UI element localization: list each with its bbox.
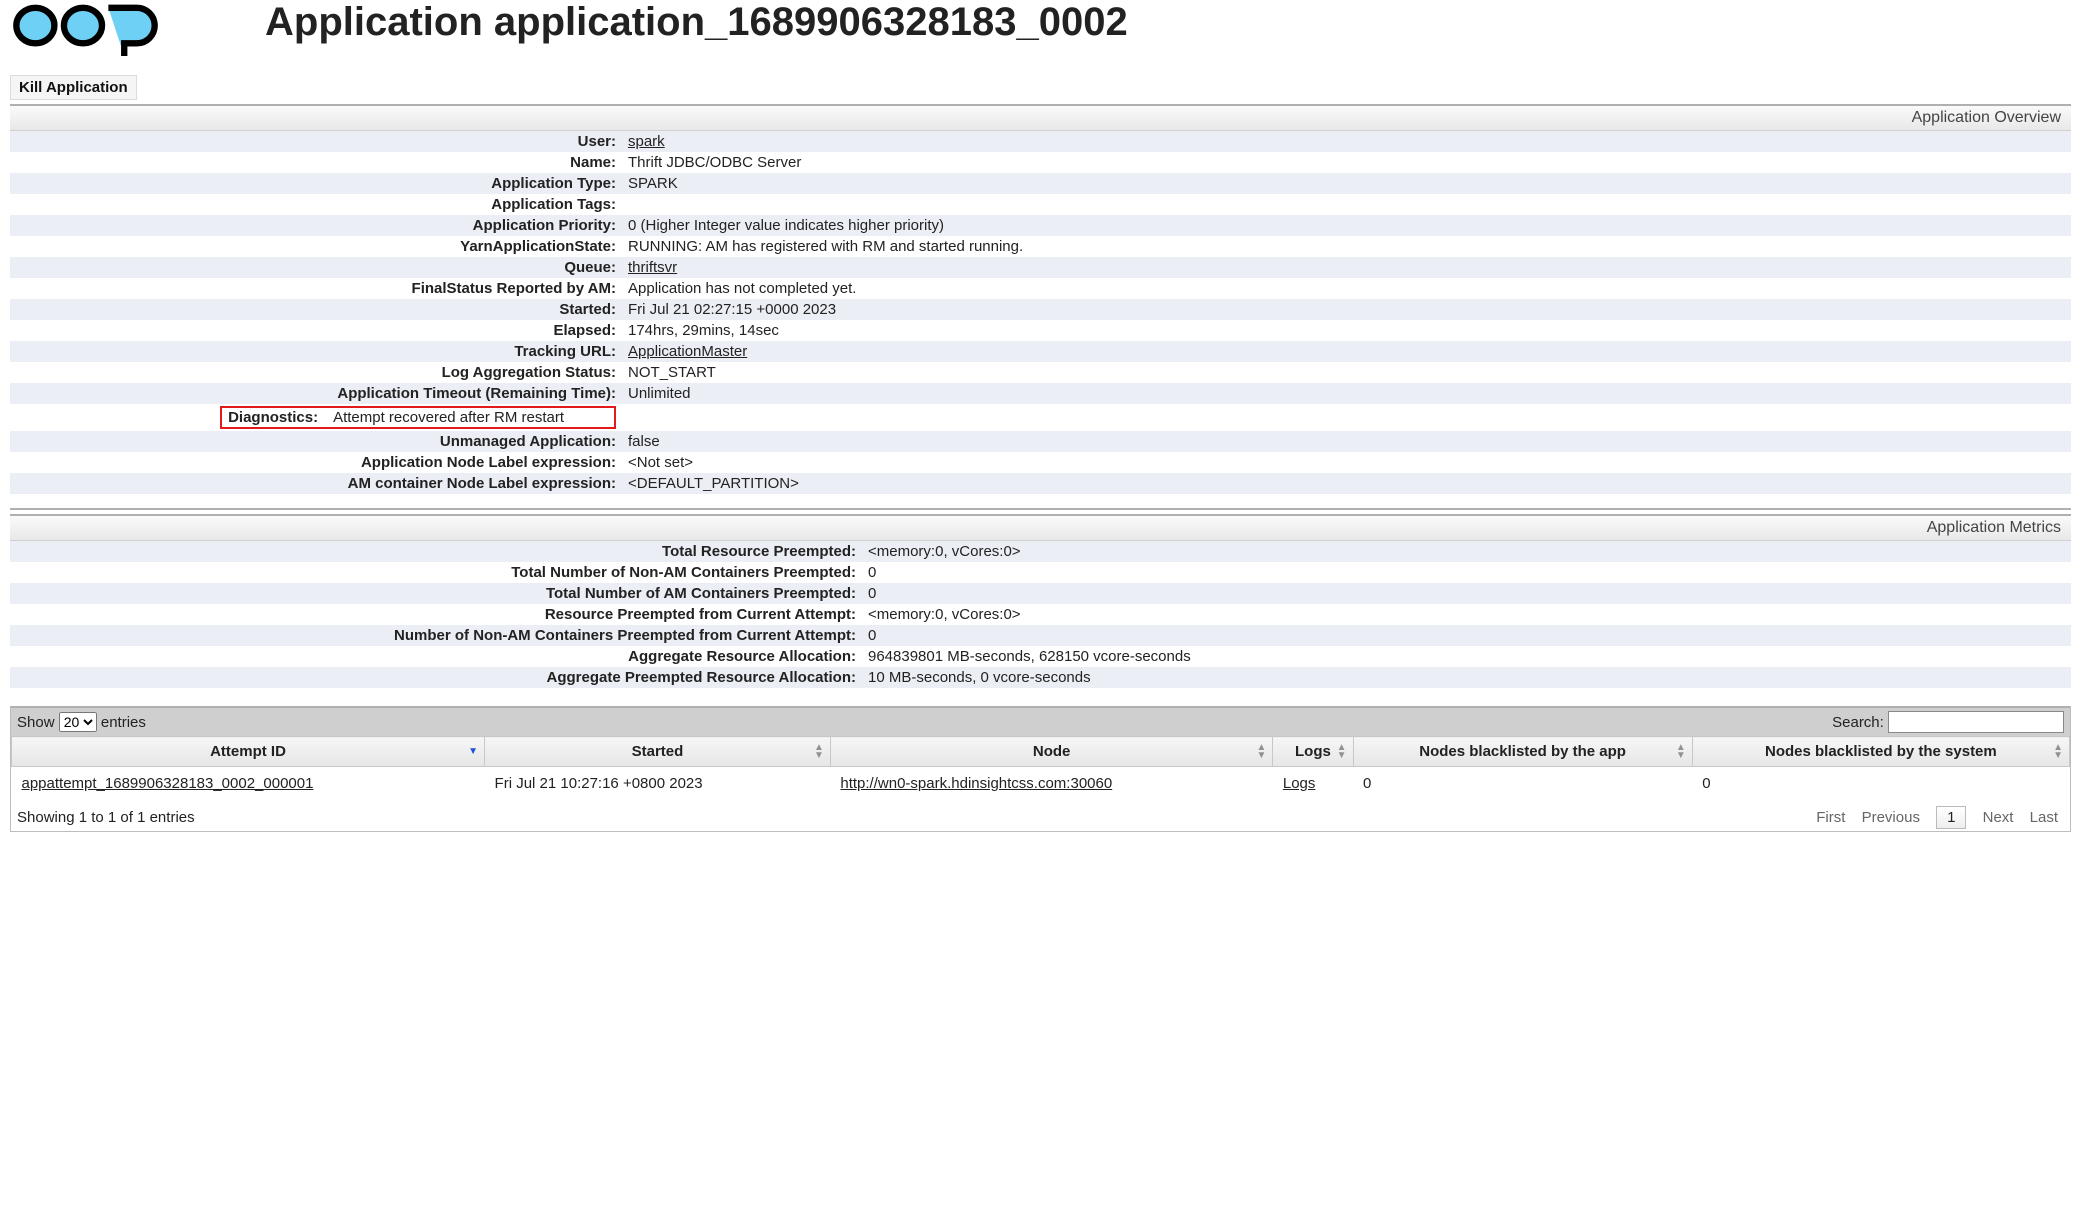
metrics-value: <memory:0, vCores:0> <box>862 604 2071 625</box>
overview-header: Application Overview <box>10 106 2071 131</box>
overview-value: Unlimited <box>622 383 2071 404</box>
sort-both-icon: ▲▼ <box>1337 744 1347 760</box>
overview-value: NOT_START <box>622 362 2071 383</box>
overview-key: Name: <box>10 152 622 173</box>
overview-key: FinalStatus Reported by AM: <box>10 278 622 299</box>
sort-both-icon: ▲▼ <box>1256 744 1266 760</box>
attempt-logs: Logs <box>1273 767 1353 801</box>
attempts-col-header[interactable]: Nodes blacklisted by the app▲▼ <box>1353 737 1692 767</box>
metrics-header: Application Metrics <box>10 516 2071 541</box>
overview-key: Tracking URL: <box>10 341 622 362</box>
overview-value: RUNNING: AM has registered with RM and s… <box>622 236 2071 257</box>
overview-key: YarnApplicationState: <box>10 236 622 257</box>
attempts-col-header[interactable]: Node▲▼ <box>830 737 1273 767</box>
sort-both-icon: ▲▼ <box>2053 744 2063 760</box>
metrics-key: Resource Preempted from Current Attempt: <box>10 604 862 625</box>
metrics-value: 0 <box>862 583 2071 604</box>
attempts-table: Attempt ID▼Started▲▼Node▲▼Logs▲▼Nodes bl… <box>11 736 2070 800</box>
sort-both-icon: ▲▼ <box>814 744 824 760</box>
overview-link[interactable]: spark <box>628 133 665 150</box>
attempt-blacklist-sys: 0 <box>1692 767 2069 801</box>
pager-page[interactable]: 1 <box>1936 806 1966 829</box>
attempts-col-header[interactable]: Attempt ID▼ <box>12 737 485 767</box>
metrics-value: 10 MB-seconds, 0 vcore-seconds <box>862 667 2071 688</box>
sort-desc-icon: ▼ <box>468 748 478 756</box>
overview-key: Application Type: <box>10 173 622 194</box>
show-label-pre: Show <box>17 714 55 731</box>
overview-value: thriftsvr <box>622 257 2071 278</box>
search-input[interactable] <box>1888 711 2064 733</box>
attempt-blacklist-app: 0 <box>1353 767 1692 801</box>
metrics-value: <memory:0, vCores:0> <box>862 541 2071 562</box>
overview-value: ApplicationMaster <box>622 341 2071 362</box>
entries-length-control: Show 20 entries <box>17 712 146 732</box>
sort-both-icon: ▲▼ <box>1676 744 1686 760</box>
overview-key: Unmanaged Application: <box>10 431 622 452</box>
pager-last[interactable]: Last <box>2030 809 2058 826</box>
attempt-logs-link[interactable]: Logs <box>1283 775 1316 792</box>
attempts-col-header[interactable]: Nodes blacklisted by the system▲▼ <box>1692 737 2069 767</box>
overview-table: User:sparkName:Thrift JDBC/ODBC ServerAp… <box>10 131 2071 494</box>
pager-next[interactable]: Next <box>1983 809 2014 826</box>
overview-value: false <box>622 431 2071 452</box>
overview-key: Elapsed: <box>10 320 622 341</box>
metrics-key: Aggregate Preempted Resource Allocation: <box>10 667 862 688</box>
overview-key: Application Priority: <box>10 215 622 236</box>
metrics-key: Total Resource Preempted: <box>10 541 862 562</box>
metrics-value: 0 <box>862 625 2071 646</box>
pager: First Previous 1 Next Last <box>1810 806 2064 829</box>
overview-key: Application Timeout (Remaining Time): <box>10 383 622 404</box>
pager-prev[interactable]: Previous <box>1862 809 1920 826</box>
overview-value <box>622 404 2071 431</box>
overview-key: Log Aggregation Status: <box>10 362 622 383</box>
overview-key: Application Tags: <box>10 194 622 215</box>
overview-value: 0 (Higher Integer value indicates higher… <box>622 215 2071 236</box>
metrics-value: 0 <box>862 562 2071 583</box>
hadoop-logo <box>10 0 200 64</box>
overview-link[interactable]: ApplicationMaster <box>628 343 747 360</box>
attempt-id-link[interactable]: appattempt_1689906328183_0002_000001 <box>22 775 314 792</box>
metrics-key: Aggregate Resource Allocation: <box>10 646 862 667</box>
overview-value: Application has not completed yet. <box>622 278 2071 299</box>
overview-value: SPARK <box>622 173 2071 194</box>
overview-key: Application Node Label expression: <box>10 452 622 473</box>
overview-key: Diagnostics: Attempt recovered after RM … <box>10 404 622 431</box>
overview-value: Thrift JDBC/ODBC Server <box>622 152 2071 173</box>
table-row: appattempt_1689906328183_0002_000001 Fri … <box>12 767 2070 801</box>
overview-key: User: <box>10 131 622 152</box>
overview-value: <DEFAULT_PARTITION> <box>622 473 2071 494</box>
overview-value <box>622 194 2071 215</box>
metrics-key: Number of Non-AM Containers Preempted fr… <box>10 625 862 646</box>
overview-key: Started: <box>10 299 622 320</box>
overview-value: <Not set> <box>622 452 2071 473</box>
page-title: Application application_1689906328183_00… <box>265 0 1128 45</box>
show-label-post: entries <box>101 714 146 731</box>
kill-application-button[interactable]: Kill Application <box>10 75 137 100</box>
overview-value: 174hrs, 29mins, 14sec <box>622 320 2071 341</box>
overview-key: AM container Node Label expression: <box>10 473 622 494</box>
attempt-started: Fri Jul 21 10:27:16 +0800 2023 <box>485 767 831 801</box>
overview-value: Fri Jul 21 02:27:15 +0000 2023 <box>622 299 2071 320</box>
attempt-id: appattempt_1689906328183_0002_000001 <box>12 767 485 801</box>
attempt-node: http://wn0-spark.hdinsightcss.com:30060 <box>830 767 1273 801</box>
overview-value: spark <box>622 131 2071 152</box>
metrics-key: Total Number of AM Containers Preempted: <box>10 583 862 604</box>
pager-first[interactable]: First <box>1816 809 1845 826</box>
search-control: Search: <box>1832 711 2064 733</box>
entries-select[interactable]: 20 <box>59 712 97 732</box>
attempts-col-header[interactable]: Started▲▼ <box>485 737 831 767</box>
overview-key: Queue: <box>10 257 622 278</box>
search-label: Search: <box>1832 714 1884 731</box>
attempts-col-header[interactable]: Logs▲▼ <box>1273 737 1353 767</box>
attempts-info: Showing 1 to 1 of 1 entries <box>17 809 195 826</box>
metrics-value: 964839801 MB-seconds, 628150 vcore-secon… <box>862 646 2071 667</box>
overview-link[interactable]: thriftsvr <box>628 259 677 276</box>
attempt-node-link[interactable]: http://wn0-spark.hdinsightcss.com:30060 <box>840 775 1112 792</box>
metrics-key: Total Number of Non-AM Containers Preemp… <box>10 562 862 583</box>
metrics-table: Total Resource Preempted:<memory:0, vCor… <box>10 541 2071 688</box>
